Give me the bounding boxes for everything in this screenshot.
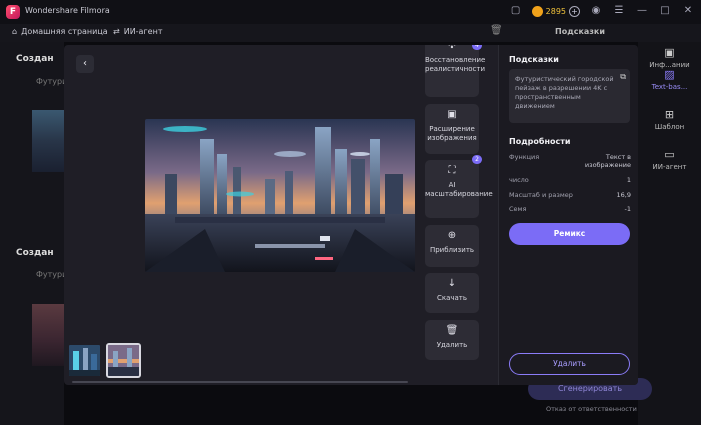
prompt-box: Футуристический городской пейзаж в разре… xyxy=(509,69,630,123)
thumbnail-2-selected[interactable] xyxy=(106,343,141,378)
title-bar: F Wondershare Filmora ▢ 2895 + ◉ ☰ — □ ✕ xyxy=(0,0,701,24)
delete-tool-button[interactable]: 🗑 Удалить xyxy=(425,320,479,360)
background-content: Создан Футури Создан Футури xyxy=(0,42,68,425)
close-icon[interactable]: ✕ xyxy=(681,4,695,18)
menu-icon[interactable]: ☰ xyxy=(612,4,626,18)
thumbnail-1[interactable] xyxy=(67,343,102,378)
detail-value: 1 xyxy=(626,176,631,184)
restore-icon: ✣ xyxy=(447,45,457,51)
section-subtitle: Футури xyxy=(36,77,68,86)
prompt-text: Футуристический городской пейзаж в разре… xyxy=(515,75,614,110)
panel-item[interactable]: ▣ Инф...ании xyxy=(638,46,701,69)
tool-label: Удалить xyxy=(436,341,468,349)
credit-badge: 2 xyxy=(472,155,482,164)
disclaimer-text[interactable]: Отказ от ответственности xyxy=(546,405,637,413)
section-title: Создан xyxy=(16,54,54,64)
home-icon: ⌂ xyxy=(12,27,18,36)
panel-item-label: Шаблон xyxy=(654,123,685,131)
thumbnail-image xyxy=(69,345,100,376)
detail-row: Семя -1 xyxy=(509,205,631,213)
thumbnail-strip xyxy=(67,343,141,378)
coin-icon xyxy=(531,5,543,17)
detail-value: -1 xyxy=(624,205,631,213)
image-edit-icon: ▨ xyxy=(664,68,675,81)
panel-item-label: Text-bas... xyxy=(651,83,688,91)
agent-tab[interactable]: ⇄ ИИ-агент xyxy=(113,27,162,36)
back-button[interactable]: ‹ xyxy=(76,55,94,73)
tool-label: Расширение изображения xyxy=(427,125,477,142)
chevron-left-icon: ‹ xyxy=(83,58,87,69)
remix-button[interactable]: Ремикс xyxy=(509,223,630,245)
section-title: Создан xyxy=(16,248,54,258)
minimize-icon[interactable]: — xyxy=(635,4,649,18)
details-panel: Подсказки Футуристический городской пейз… xyxy=(498,45,638,385)
background-hints-header: Подсказки xyxy=(555,27,605,36)
tool-label: AI масштабирование xyxy=(425,181,493,198)
home-tab[interactable]: ⌂ Домашняя страница xyxy=(12,27,108,36)
restore-realism-button[interactable]: ✣ Восстановление реалистичности 4 xyxy=(425,45,485,97)
image-preview-modal: ‹ ✣ Восстановление реалистичности 4 ▣ Ра… xyxy=(64,45,638,385)
panel-item[interactable]: ▨ Text-bas... xyxy=(638,68,701,91)
copy-icon[interactable]: ⧉ xyxy=(620,72,626,81)
section-subtitle: Футури xyxy=(36,270,68,279)
download-icon: ↓ xyxy=(447,278,457,289)
detail-value: 16,9 xyxy=(616,191,631,199)
detail-value: Текст в изображение xyxy=(584,153,631,169)
credit-badge: 4 xyxy=(472,45,482,50)
detail-key: число xyxy=(509,176,529,184)
panel-item[interactable]: ▭ ИИ-агент xyxy=(638,148,701,171)
chat-icon: ▭ xyxy=(664,148,675,161)
tool-label: Скачать xyxy=(436,294,468,302)
generated-image[interactable] xyxy=(145,119,415,272)
detail-key: Масштаб и размер xyxy=(509,191,573,199)
maximize-icon[interactable]: □ xyxy=(658,4,672,18)
panel-item-label: ИИ-агент xyxy=(652,163,687,171)
expand-icon: ▣ xyxy=(447,109,457,120)
ai-upscale-button[interactable]: ⛶ AI масштабирование 2 xyxy=(425,155,493,218)
trash-icon: 🗑 xyxy=(445,325,459,336)
detail-key: Семя xyxy=(509,205,527,213)
background-thumbnail[interactable] xyxy=(32,304,64,366)
download-button[interactable]: ↓ Скачать xyxy=(425,273,479,313)
panel-item[interactable]: ⊞ Шаблон xyxy=(638,108,701,131)
detail-row: число 1 xyxy=(509,176,631,184)
cityscape-image xyxy=(145,119,415,272)
app-logo: F xyxy=(6,5,20,19)
hints-title: Подсказки xyxy=(509,55,559,64)
image-icon: ▣ xyxy=(664,46,675,59)
coin-count: 2895 xyxy=(545,6,566,16)
detail-row: Масштаб и размер 16,9 xyxy=(509,191,631,199)
coin-balance[interactable]: 2895 + xyxy=(531,5,580,17)
account-icon[interactable]: ◉ xyxy=(589,4,603,18)
background-thumbnail[interactable] xyxy=(32,110,64,172)
agent-label: ИИ-агент xyxy=(123,27,163,36)
tool-label: Восстановление реалистичности xyxy=(425,56,486,73)
home-label: Домашняя страница xyxy=(21,27,108,36)
swap-icon: ⇄ xyxy=(113,27,120,36)
expand-image-button[interactable]: ▣ Расширение изображения xyxy=(425,104,479,154)
grid-icon: ⊞ xyxy=(664,108,675,121)
detail-key: Функция xyxy=(509,153,540,161)
window-icon[interactable]: ▢ xyxy=(509,4,523,18)
right-tools-panel: ▣ Инф...ании ▨ Text-bas... ⊞ Шаблон ▭ ИИ… xyxy=(638,42,701,425)
app-title: Wondershare Filmora xyxy=(25,6,110,15)
zoom-button[interactable]: ⊕ Приблизить xyxy=(425,225,479,267)
horizontal-scrollbar[interactable] xyxy=(72,381,408,383)
tool-label: Приблизить xyxy=(429,246,475,254)
add-coins-icon[interactable]: + xyxy=(569,5,580,17)
thumbnail-image xyxy=(108,345,139,376)
zoom-icon: ⊕ xyxy=(447,230,457,241)
detail-row: Функция Текст в изображение xyxy=(509,153,631,169)
details-title: Подробности xyxy=(509,137,571,146)
upscale-icon: ⛶ xyxy=(448,165,456,176)
trash-icon[interactable]: 🗑 xyxy=(490,25,503,36)
delete-button[interactable]: Удалить xyxy=(509,353,630,375)
